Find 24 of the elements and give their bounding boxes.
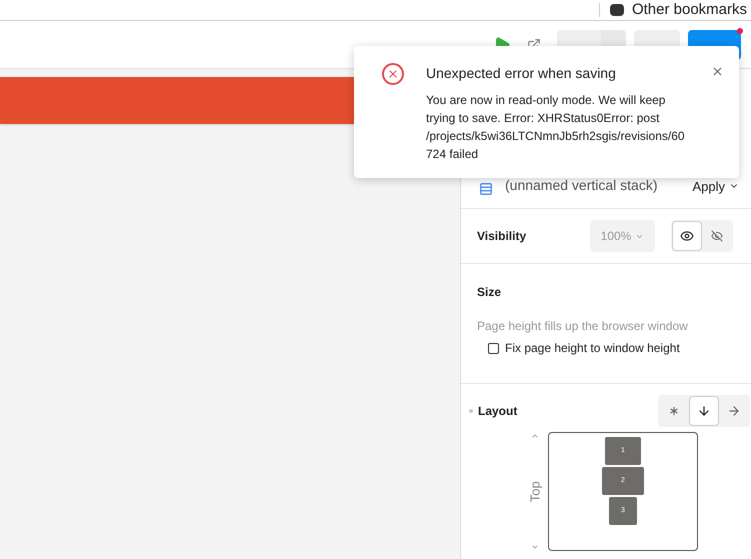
visible-toggle[interactable] bbox=[672, 221, 702, 251]
arrow-right-icon bbox=[727, 404, 741, 418]
checkbox[interactable] bbox=[488, 342, 499, 354]
align-label: Top bbox=[526, 481, 544, 502]
section-title: Visibility bbox=[477, 228, 528, 245]
section-title: Layout bbox=[478, 403, 518, 420]
element-name: (unnamed vertical stack) bbox=[505, 176, 659, 195]
section-title: Size bbox=[477, 284, 502, 301]
up-caret-icon[interactable] bbox=[531, 432, 539, 440]
toast-title: Unexpected error when saving bbox=[426, 64, 617, 83]
checkbox-label: Fix page height to window height bbox=[505, 340, 680, 357]
hint-text: Page height fills up the browser window bbox=[477, 318, 689, 335]
stack-icon bbox=[479, 182, 493, 196]
eye-icon bbox=[680, 229, 694, 243]
layout-mode-button[interactable] bbox=[689, 396, 719, 426]
eye-off-icon bbox=[711, 230, 723, 242]
apply-dropdown[interactable]: Apply bbox=[692, 176, 739, 196]
bullet-icon bbox=[469, 409, 473, 413]
down-caret-icon[interactable] bbox=[531, 543, 539, 551]
folder-icon bbox=[610, 4, 624, 16]
toast-message: You are now in read-only mode. We will keep trying to save. Error: XHRStatus0Error: post /projects/k5wi36LTCNmnJb5rh2sgis/revisions/60724 failed bbox=[426, 92, 686, 163]
close-icon bbox=[710, 64, 724, 78]
error-icon bbox=[382, 63, 404, 85]
bookmark-folder[interactable]: Other bookmarks bbox=[632, 0, 747, 22]
